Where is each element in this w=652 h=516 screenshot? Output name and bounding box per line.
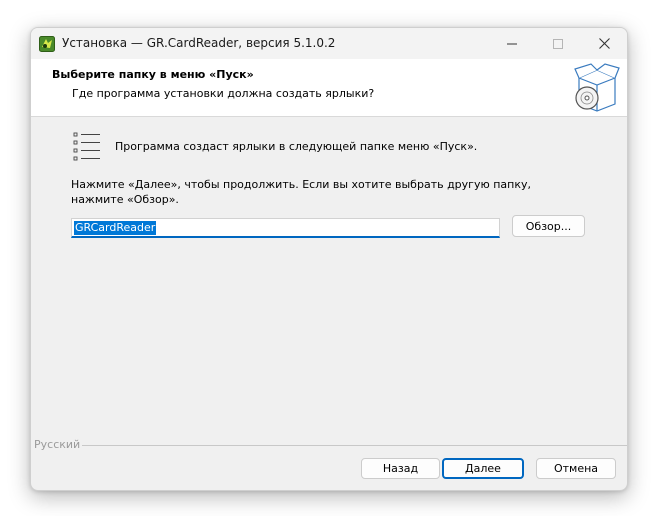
package-disc-icon (574, 63, 620, 112)
app-icon (39, 36, 55, 52)
language-label: Русский (34, 438, 83, 451)
header-panel: Выберите папку в меню «Пуск» Где програм… (31, 59, 627, 117)
page-title: Выберите папку в меню «Пуск» (52, 68, 254, 81)
back-button[interactable]: Назад (361, 458, 440, 479)
page-subtitle: Где программа установки должна создать я… (72, 87, 375, 100)
cancel-button[interactable]: Отмена (536, 458, 616, 479)
title-bar[interactable]: Установка — GR.CardReader, версия 5.1.0.… (31, 28, 627, 59)
installer-window: Установка — GR.CardReader, версия 5.1.0.… (30, 27, 628, 491)
close-button[interactable] (581, 28, 627, 59)
close-icon (598, 38, 610, 49)
footer-divider (78, 445, 627, 446)
minimize-icon (507, 43, 517, 44)
instruction-text: Нажмите «Далее», чтобы продолжить. Если … (71, 178, 531, 206)
window-title: Установка — GR.CardReader, версия 5.1.0.… (62, 36, 336, 50)
folder-input-value: GRCardReader (74, 221, 157, 235)
browse-button[interactable]: Обзор... (512, 215, 585, 237)
shortcut-list-icon (73, 132, 100, 161)
maximize-button[interactable] (535, 28, 581, 59)
minimize-button[interactable] (489, 28, 535, 59)
maximize-icon (553, 38, 563, 49)
start-menu-folder-input[interactable]: GRCardReader (71, 218, 500, 238)
next-button[interactable]: Далее (442, 458, 524, 479)
info-text: Программа создаст ярлыки в следующей пап… (115, 140, 478, 153)
